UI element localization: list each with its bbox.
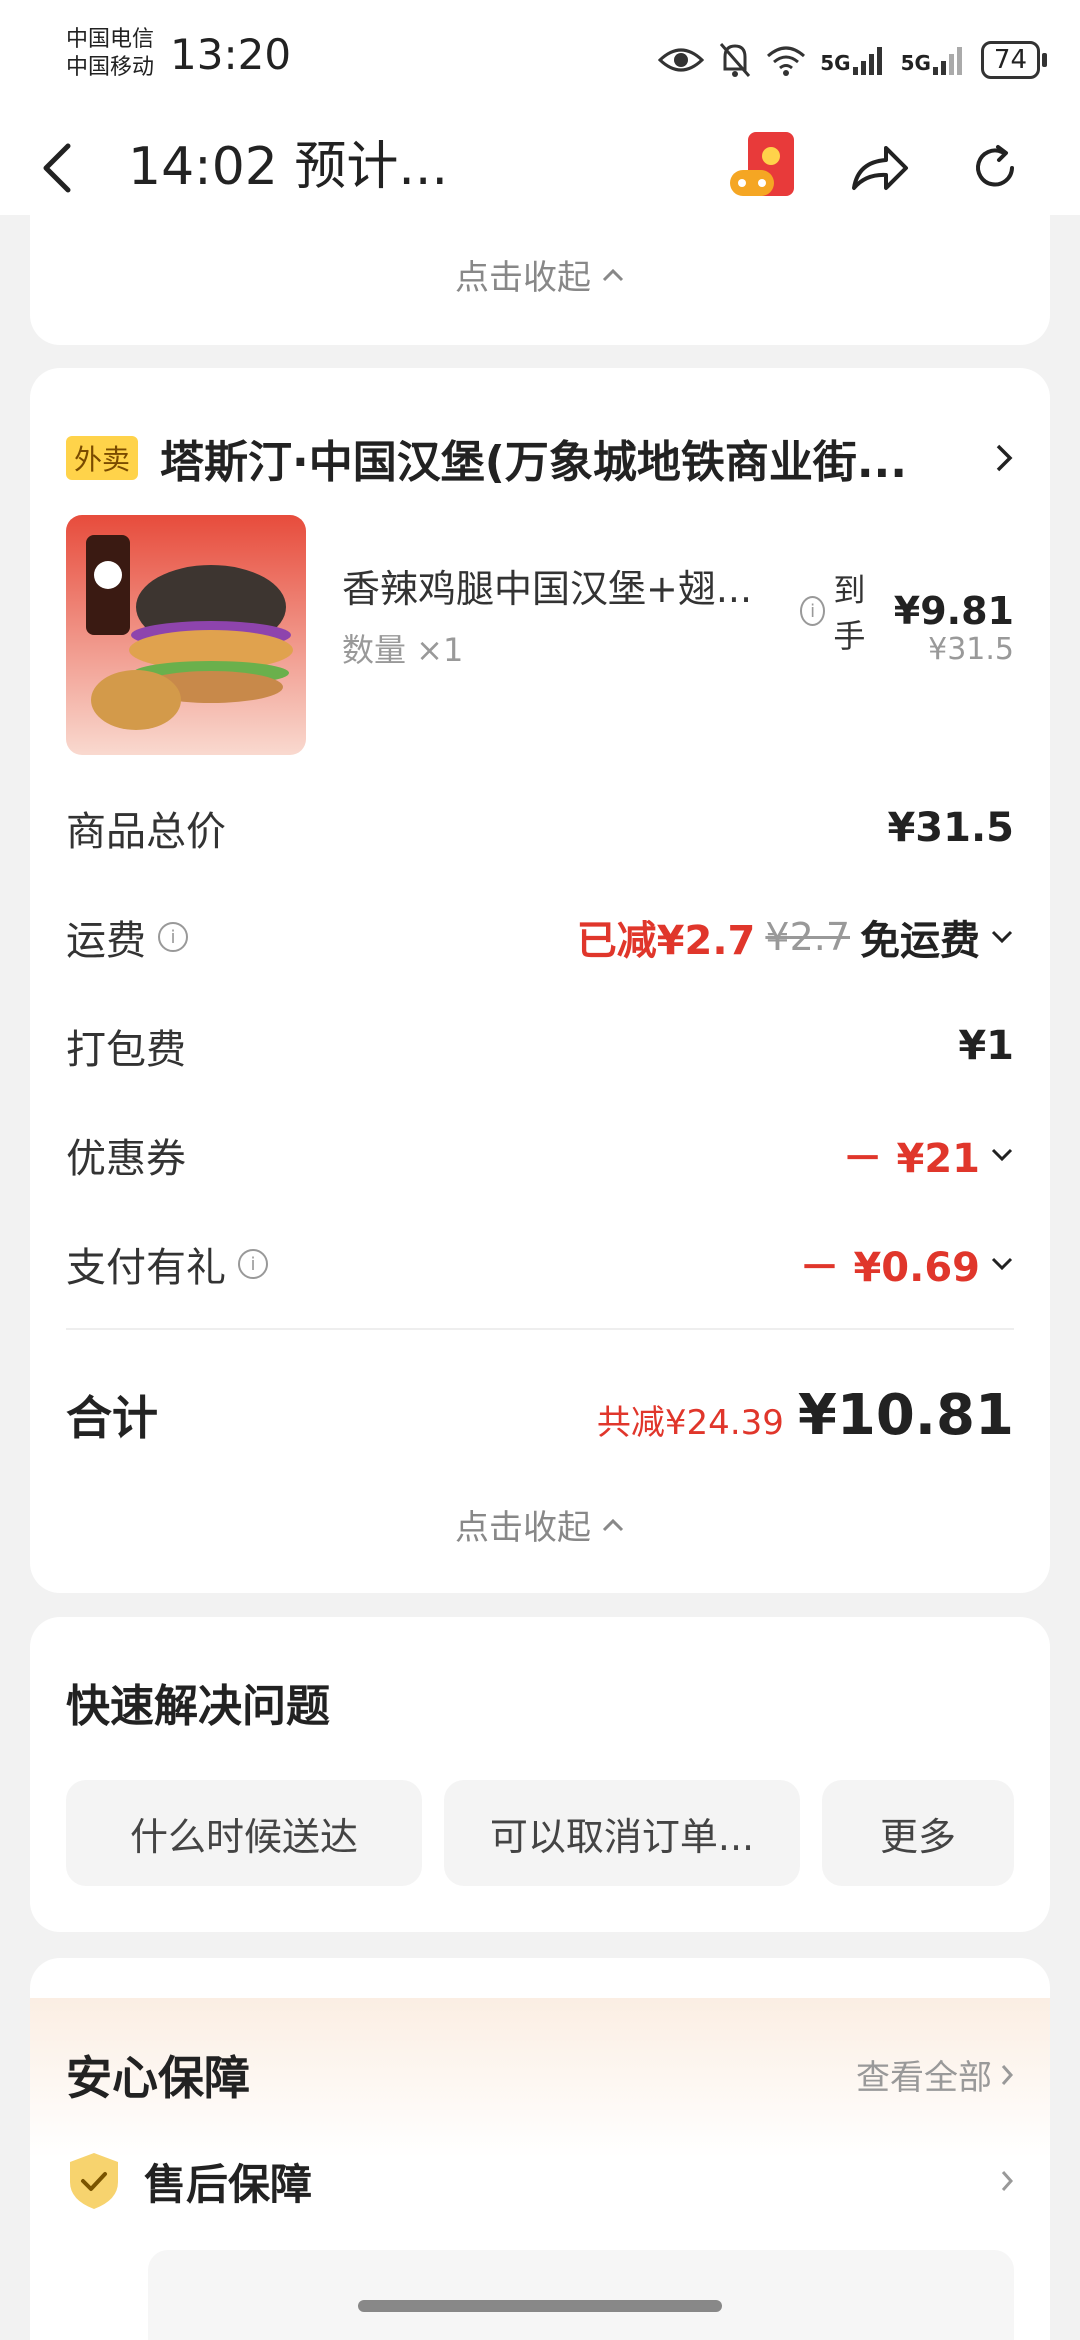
back-button[interactable] [42,120,92,215]
product-image[interactable] [66,515,306,755]
total-label: 合计 [66,1391,158,1445]
product-quantity: 数量 ×1 [342,631,464,669]
wifi-icon [767,46,806,76]
status-bar: 中国电信 中国移动 13:20 5G 5G 74 [0,0,1080,120]
packing-label: 打包费 [66,1027,186,1073]
page-title: 14:02 预计... [128,137,448,197]
collapse-toggle-order[interactable]: 点击收起 [30,1500,1050,1549]
burger-illustration [66,515,306,755]
shipping-row[interactable]: 运费 i 已减¥2.7 ¥2.7 免运费 [66,907,1014,967]
battery-indicator: 74 [980,41,1048,79]
chevron-down-icon [991,1257,1013,1271]
total-row: 合计 共减¥24.39 ¥10.81 [66,1382,1014,1448]
signal-5g-1: 5G [820,45,886,75]
product-name: 香辣鸡腿中国汉堡+翅... [342,567,753,611]
goods-total-label: 商品总价 [66,809,226,855]
total-saved: 共减¥24.39 [596,1402,784,1443]
chevron-right-icon [1001,2171,1014,2191]
coupon-label: 优惠券 [66,1136,186,1182]
original-price: ¥31.5 [928,632,1014,667]
total-value: ¥10.81 [797,1382,1014,1448]
view-all-label: 查看全部 [856,2058,992,2098]
status-icons: 5G 5G 74 [658,36,1048,84]
collapse-toggle-top[interactable]: 点击收起 [30,250,1050,299]
shop-name: 塔斯汀·中国汉堡(万象城地铁商业街... [160,437,907,488]
aftersale-detail-panel [148,2250,1014,2340]
signal-icon [932,47,962,75]
game-redpacket-button[interactable] [728,120,804,215]
shipping-free: 免运费 [860,918,980,964]
mute-bell-icon [720,43,751,77]
share-button[interactable] [850,120,910,215]
info-icon[interactable]: i [238,1249,268,1279]
info-icon[interactable]: i [800,596,826,626]
eye-icon [658,48,705,72]
shipping-reduced: 已减¥2.7 [576,918,756,964]
collapse-label: 点击收起 [455,1508,591,1548]
shop-header[interactable]: 外卖 塔斯汀·中国汉堡(万象城地铁商业街... [66,426,1014,490]
net-label-1: 5G [820,51,851,75]
signal-icon [852,47,882,75]
assurance-title: 安心保障 [66,2051,250,2105]
top-card: 点击收起 [30,215,1050,345]
paygift-label: 支付有礼 [66,1245,226,1291]
delivery-tag: 外卖 [66,436,139,480]
chip-more[interactable]: 更多 [822,1780,1014,1886]
shipping-original: ¥2.7 [765,915,850,959]
final-price-value: ¥9.81 [893,589,1014,633]
home-indicator[interactable] [358,2300,722,2312]
collapse-label: 点击收起 [455,258,591,298]
paygift-value: － ¥0.69 [799,1245,980,1291]
divider [66,1328,1014,1330]
game-redpacket-icon [730,131,794,196]
paygift-row[interactable]: 支付有礼 i － ¥0.69 [66,1234,1014,1294]
shield-check-icon [70,2153,118,2209]
view-all-link[interactable]: 查看全部 [830,2050,1014,2099]
info-icon[interactable]: i [158,922,188,952]
aftersale-row[interactable]: 售后保障 [66,2150,1014,2212]
carrier-info: 中国电信 中国移动 [66,26,154,82]
carrier-2: 中国移动 [66,55,155,80]
aftersale-label: 售后保障 [144,2159,313,2209]
chevron-up-icon [602,268,624,281]
net-label-2: 5G [900,51,931,75]
coupon-row[interactable]: 优惠券 － ¥21 [66,1125,1014,1185]
coupon-value: － ¥21 [842,1136,980,1182]
goods-total-value: ¥31.5 [887,805,1014,851]
chevron-right-icon [1001,2064,1014,2085]
packing-value: ¥1 [958,1023,1014,1069]
chip-cancel-order[interactable]: 可以取消订单... [444,1780,800,1886]
refresh-button[interactable] [970,120,1020,215]
chevron-down-icon [991,930,1013,944]
share-icon [852,145,908,190]
chevron-right-icon [996,444,1013,472]
nav-header: 14:02 预计... [0,120,1080,215]
back-icon [43,143,71,192]
goods-total-row: 商品总价 ¥31.5 [66,798,1014,858]
packing-row: 打包费 ¥1 [66,1016,1014,1076]
chevron-up-icon [602,1518,624,1531]
carrier-1: 中国电信 [66,27,155,52]
quick-help-title: 快速解决问题 [66,1681,330,1732]
signal-5g-2: 5G [901,45,967,75]
refresh-icon [976,144,1014,186]
chip-when-delivered[interactable]: 什么时候送达 [66,1780,422,1886]
shipping-label: 运费 [66,918,146,964]
clock: 13:20 [170,30,292,79]
chevron-down-icon [991,1148,1013,1162]
